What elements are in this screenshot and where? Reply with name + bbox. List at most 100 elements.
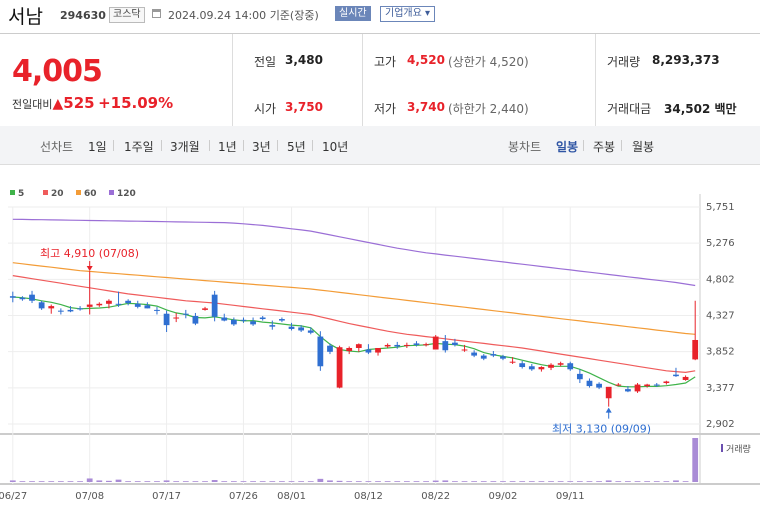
tab-10year[interactable]: 10년 — [322, 138, 348, 155]
candle-body — [38, 302, 45, 309]
candle-body — [346, 347, 353, 352]
volume-bar — [77, 481, 83, 482]
legend-swatch-60 — [76, 190, 81, 195]
candle-body — [307, 330, 314, 333]
candle-body — [634, 384, 641, 392]
candle-body — [605, 386, 612, 399]
candle-body — [77, 308, 83, 310]
volume-bar — [125, 481, 132, 482]
volume-bar — [413, 481, 420, 482]
legend-label-120: 120 — [117, 189, 136, 199]
candle-body — [182, 313, 189, 315]
candle-body — [548, 364, 554, 368]
tab-daily[interactable]: 일봉 — [556, 138, 578, 155]
candle-body — [509, 361, 516, 363]
volume-bar — [163, 480, 170, 482]
candle-body — [384, 344, 391, 347]
candle-body — [240, 319, 247, 321]
y-tick-label: 2,902 — [706, 419, 735, 430]
candle-body — [519, 363, 526, 368]
candle-body — [403, 344, 410, 346]
volume-bar — [471, 481, 478, 482]
candle-body — [134, 303, 141, 307]
candle-body — [557, 363, 564, 365]
volume-bar — [288, 481, 295, 482]
candle-body — [452, 342, 458, 345]
candle-body — [663, 381, 670, 384]
volume-bar — [57, 481, 64, 482]
candle-body — [202, 308, 208, 310]
current-price: 4,005 — [12, 54, 103, 89]
tab-3month[interactable]: 3개월 — [170, 138, 200, 155]
volume-bar — [19, 481, 26, 482]
candle-body — [221, 317, 228, 321]
volume-bar — [48, 481, 55, 482]
tab-1day[interactable]: 1일 — [88, 138, 107, 155]
volume-bar — [509, 481, 516, 482]
volume-bar — [528, 481, 535, 482]
candle-body — [461, 349, 468, 351]
volume-bar — [154, 481, 160, 482]
candle-body — [596, 383, 602, 388]
candle-body — [576, 373, 583, 380]
candle-body — [644, 384, 651, 387]
open-value: 3,750 — [285, 100, 323, 114]
candle-body — [125, 300, 132, 304]
x-tick-label: 09/02 — [489, 491, 518, 502]
volume-bar — [38, 481, 45, 482]
volume-bar — [403, 481, 410, 482]
candle-body — [154, 309, 160, 311]
volume-bar — [115, 479, 122, 482]
volume-bar — [673, 480, 679, 482]
min-arrow-head — [605, 407, 612, 413]
volume-bar — [625, 481, 631, 482]
candle-body — [490, 354, 497, 356]
x-tick-label: 08/22 — [421, 491, 450, 502]
volume-bar — [96, 480, 103, 482]
volume-legend-label: 거래량 — [726, 443, 751, 455]
legend-swatch-120 — [109, 190, 114, 195]
amount-value: 34,502 백만 — [664, 102, 737, 116]
volume-bar — [692, 438, 699, 482]
legend-label-60: 60 — [84, 189, 97, 199]
realtime-button[interactable]: 실시간 — [335, 6, 371, 21]
ma20-line — [12, 275, 696, 374]
candle-body — [365, 349, 372, 353]
candle-body — [173, 317, 180, 319]
x-tick-label: 07/17 — [152, 491, 181, 502]
x-tick-label: 08/01 — [277, 491, 306, 502]
legend-swatch-20 — [43, 190, 48, 195]
candle-body — [442, 341, 449, 351]
volume-bar — [336, 480, 343, 482]
tab-1week[interactable]: 1주일 — [124, 138, 154, 155]
candle-body — [653, 384, 660, 386]
high-label: 고가 — [374, 55, 397, 69]
tab-1year[interactable]: 1년 — [218, 138, 237, 155]
ma60-line — [12, 262, 696, 335]
legend-label-5: 5 — [18, 189, 24, 199]
tab-weekly[interactable]: 주봉 — [593, 138, 615, 155]
x-tick-label: 06/27 — [0, 491, 27, 502]
volume-bar — [615, 481, 622, 482]
y-tick-label: 4,802 — [706, 274, 735, 285]
up-triangle-icon: ▲ — [52, 96, 64, 112]
candle-body — [375, 347, 381, 353]
candle-body — [48, 306, 55, 309]
volume-bar — [307, 481, 314, 482]
x-tick-label: 08/12 — [354, 491, 383, 502]
volume-bar — [298, 481, 305, 482]
candle-body — [211, 294, 218, 317]
candle-body — [317, 336, 324, 367]
company-overview-button[interactable]: 기업개요 ▾ — [380, 6, 435, 22]
volume-bar — [134, 481, 141, 482]
volume-value: 8,293,373 — [652, 53, 720, 67]
volume-bar — [86, 478, 93, 482]
candle-body — [269, 325, 276, 327]
volume-bar — [106, 480, 112, 482]
tab-3year[interactable]: 3년 — [252, 138, 271, 155]
tab-monthly[interactable]: 월봉 — [632, 138, 654, 155]
x-tick-label: 07/26 — [229, 491, 258, 502]
candle-body — [615, 384, 622, 386]
tab-5year[interactable]: 5년 — [287, 138, 306, 155]
volume-bar — [279, 481, 285, 482]
